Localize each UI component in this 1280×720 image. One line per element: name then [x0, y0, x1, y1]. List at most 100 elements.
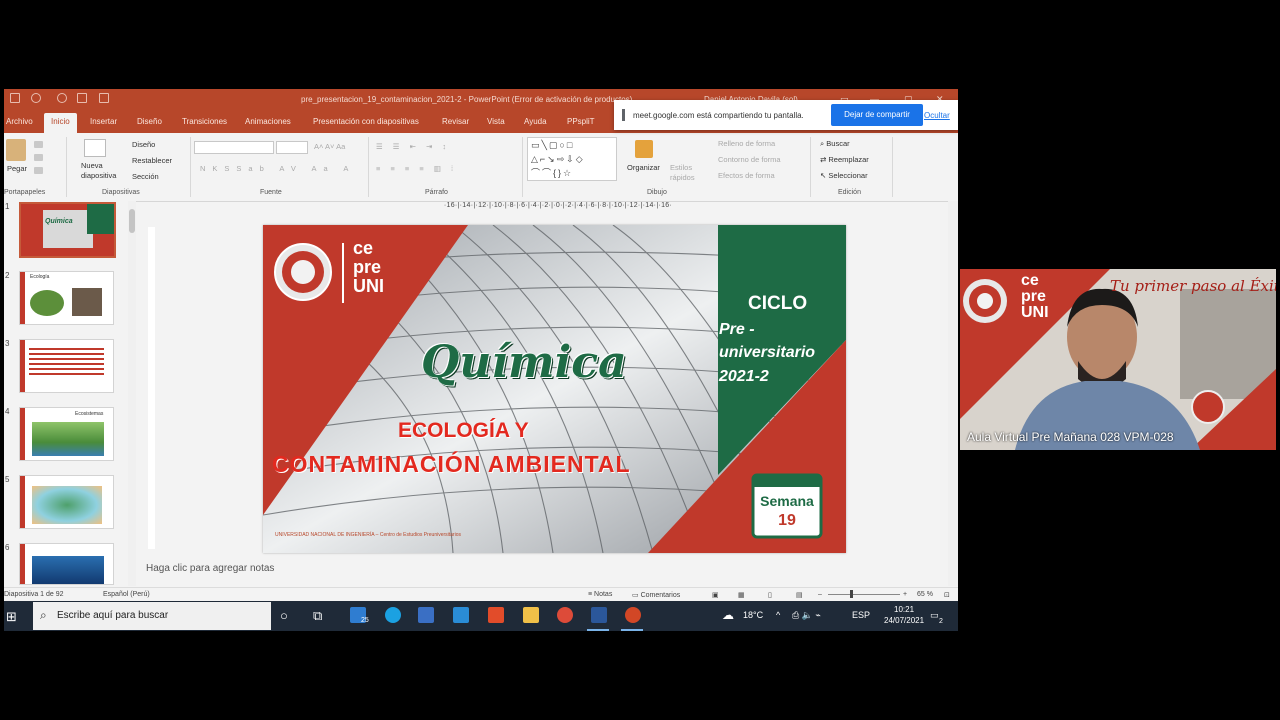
stop-sharing-button[interactable]: Dejar de compartir: [831, 104, 923, 126]
zoom-level[interactable]: 65 %: [917, 591, 933, 598]
input-language[interactable]: ESP: [852, 610, 870, 620]
l-app-icon[interactable]: [453, 607, 469, 623]
office-app-icon[interactable]: [488, 607, 504, 623]
redo-icon[interactable]: [57, 93, 67, 103]
group-label-dibujo: Dibujo: [647, 189, 667, 196]
tab-insertar[interactable]: Insertar: [90, 117, 117, 126]
tab-ppsplit[interactable]: PPspliT: [567, 117, 595, 126]
shapes-gallery[interactable]: ▭╲▢○□ △⌐↘⇨⇩◇ ⌒⌒{}☆: [527, 137, 617, 181]
thumb-number: 2: [5, 271, 10, 280]
font-name-combo[interactable]: [194, 141, 274, 154]
shape-outline-button[interactable]: Contorno de forma: [718, 155, 781, 164]
tab-ayuda[interactable]: Ayuda: [524, 117, 547, 126]
cam-logo-text: ce pre UNI: [1021, 273, 1049, 321]
tab-vista[interactable]: Vista: [487, 117, 505, 126]
notes-placeholder[interactable]: Haga clic para agregar notas: [146, 563, 274, 574]
save-icon[interactable]: [10, 93, 20, 103]
zoom-slider-thumb[interactable]: [850, 590, 853, 598]
word-icon[interactable]: [591, 607, 607, 623]
tab-revisar[interactable]: Revisar: [442, 117, 469, 126]
thumb-image: [43, 210, 93, 248]
drag-handle-icon[interactable]: [622, 109, 625, 121]
tray-expand-icon[interactable]: ^: [776, 610, 780, 620]
thumbnail-slide-3[interactable]: [19, 339, 114, 393]
arrange-icon[interactable]: [635, 140, 653, 158]
hide-banner-link[interactable]: Ocultar: [924, 111, 950, 120]
paste-button[interactable]: Pegar: [7, 164, 27, 173]
webcam-tile[interactable]: ce pre UNI Tu primer paso al Éxito Aula …: [960, 269, 1276, 450]
slide-canvas[interactable]: ce pre UNI Química ECOLOGÍA Y CONTAMINAC…: [263, 225, 846, 553]
thumb-image: [32, 556, 104, 584]
thumbnail-slide-2[interactable]: Ecología: [19, 271, 114, 325]
format-painter-icon[interactable]: [34, 167, 43, 174]
taskbar-search-box[interactable]: ⌕ Escribe aquí para buscar: [33, 602, 271, 630]
divider: [892, 137, 893, 197]
font-grow-shrink-icon[interactable]: A˄ A˅ Aa: [314, 142, 345, 151]
slideshow-view-icon[interactable]: ▤: [796, 591, 803, 599]
zoom-in-icon[interactable]: +: [903, 591, 907, 598]
section-button[interactable]: Sección: [132, 172, 159, 181]
thumb-stripe: [20, 544, 25, 584]
scroll-thumb[interactable]: [129, 209, 135, 233]
tab-presentacion[interactable]: Presentación con diapositivas: [313, 117, 419, 126]
present-icon[interactable]: [77, 93, 87, 103]
tab-inicio[interactable]: Inicio: [44, 113, 77, 133]
windows-start-icon[interactable]: ⊞: [6, 609, 17, 625]
notes-button[interactable]: ≡ Notas: [588, 591, 612, 598]
shape-effects-button[interactable]: Efectos de forma: [718, 171, 775, 180]
undo-icon[interactable]: [31, 93, 41, 103]
clock[interactable]: 10:21 24/07/2021: [884, 604, 924, 626]
quick-styles-button[interactable]: Estilos rápidos: [670, 163, 704, 183]
chrome-icon[interactable]: [557, 607, 573, 623]
new-slide-button[interactable]: Nueva diapositiva: [81, 161, 117, 181]
notifications-icon[interactable]: ▭: [930, 610, 939, 621]
powerpoint-icon[interactable]: [625, 607, 641, 623]
comments-button[interactable]: ▭ Comentarios: [632, 591, 680, 599]
select-button[interactable]: ↖ Seleccionar: [820, 171, 868, 180]
arrange-button[interactable]: Organizar: [627, 163, 660, 172]
reading-view-icon[interactable]: ▯: [768, 591, 772, 599]
horizontal-ruler: ·16·|·14·|·12·|·10·|·8·|·6·|·4·|·2·|·0·|…: [443, 202, 673, 209]
find-button[interactable]: ⌕ Buscar: [820, 139, 850, 149]
edge-icon[interactable]: [385, 607, 401, 623]
align-icons[interactable]: ≡ ≡ ≡ ≡ ▥ ⁞: [376, 164, 457, 173]
cortana-icon[interactable]: ○: [280, 608, 288, 623]
font-size-combo[interactable]: [276, 141, 308, 154]
tab-transiciones[interactable]: Transiciones: [182, 117, 227, 126]
shape-fill-button[interactable]: Relleno de forma: [718, 139, 775, 148]
tab-diseno[interactable]: Diseño: [137, 117, 162, 126]
slide-scrollbar[interactable]: [948, 201, 958, 586]
slide-subtitle-1: ECOLOGÍA Y: [398, 419, 529, 442]
task-view-icon[interactable]: ⧉: [313, 608, 322, 624]
list-icons[interactable]: ☰ ☰ ⇤ ⇥ ↕: [376, 142, 450, 151]
reset-button[interactable]: Restablecer: [132, 156, 172, 165]
tray-system-icons[interactable]: ⎙ 🔈 ⌁: [792, 610, 821, 621]
thumb-number: 5: [5, 475, 10, 484]
copy-icon[interactable]: [34, 154, 43, 161]
slideshow-icon[interactable]: [99, 93, 109, 103]
thumbnail-slide-6[interactable]: [19, 543, 114, 585]
zoom-out-icon[interactable]: –: [818, 591, 822, 598]
thumbnail-slide-5[interactable]: [19, 475, 114, 529]
zoom-slider[interactable]: [828, 594, 900, 595]
sorter-view-icon[interactable]: ▦: [738, 591, 745, 599]
thumbnail-slide-1[interactable]: Química: [19, 202, 116, 258]
file-explorer-icon[interactable]: [523, 607, 539, 623]
font-format-icons[interactable]: NKSSab AV Aa A: [200, 164, 355, 173]
normal-view-icon[interactable]: ▣: [712, 591, 719, 599]
tab-archivo[interactable]: Archivo: [6, 117, 33, 126]
language-status[interactable]: Español (Perú): [103, 591, 150, 598]
tab-animaciones[interactable]: Animaciones: [245, 117, 291, 126]
fit-slide-icon[interactable]: ⊡: [944, 591, 950, 599]
temperature[interactable]: 18°C: [743, 610, 763, 620]
cut-icon[interactable]: [34, 141, 43, 148]
replace-button[interactable]: ⇄ Reemplazar: [820, 155, 869, 164]
thumbnail-slide-4[interactable]: Ecosistemas: [19, 407, 114, 461]
weather-icon[interactable]: ☁: [722, 608, 734, 622]
store-icon[interactable]: [418, 607, 434, 623]
paste-icon[interactable]: [6, 139, 26, 161]
thumb-stripe: [20, 476, 25, 528]
thumbnails-scrollbar[interactable]: [128, 201, 136, 586]
layout-button[interactable]: Diseño: [132, 140, 155, 149]
new-slide-icon[interactable]: [84, 139, 106, 157]
